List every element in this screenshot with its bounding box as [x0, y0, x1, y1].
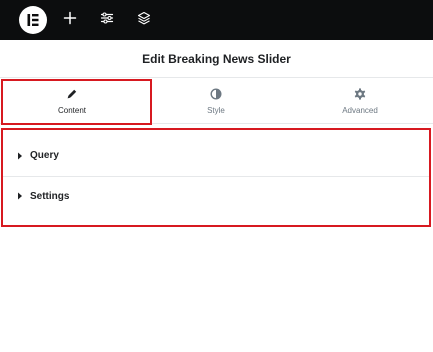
panel-header: Edit Breaking News Slider — [0, 40, 433, 78]
gear-icon — [353, 87, 367, 101]
site-settings-button[interactable] — [95, 8, 119, 32]
add-element-button[interactable] — [58, 8, 82, 32]
panel-tabs: Content Style Advanced — [0, 78, 433, 124]
structure-button[interactable] — [132, 8, 156, 32]
tab-content[interactable]: Content — [0, 78, 144, 124]
elementor-logo-icon[interactable] — [19, 6, 47, 34]
section-settings[interactable]: Settings — [3, 175, 429, 217]
caret-right-icon — [17, 152, 25, 160]
tab-style[interactable]: Style — [144, 78, 288, 124]
tab-style-label: Style — [207, 106, 225, 115]
panel-title: Edit Breaking News Slider — [142, 51, 291, 66]
top-toolbar — [0, 0, 433, 40]
tab-content-label: Content — [57, 106, 87, 115]
section-query-label: Query — [30, 150, 59, 161]
sliders-icon — [100, 11, 114, 30]
plus-icon — [63, 11, 77, 30]
caret-right-icon — [17, 192, 25, 200]
section-query[interactable]: Query — [3, 135, 429, 177]
layers-icon — [137, 11, 151, 30]
half-circle-icon — [209, 87, 223, 101]
tab-advanced[interactable]: Advanced — [288, 78, 432, 124]
sections-highlight: Query Settings — [1, 128, 431, 227]
section-settings-label: Settings — [30, 190, 70, 202]
pencil-icon — [65, 87, 79, 101]
tab-advanced-label: Advanced — [342, 106, 378, 115]
